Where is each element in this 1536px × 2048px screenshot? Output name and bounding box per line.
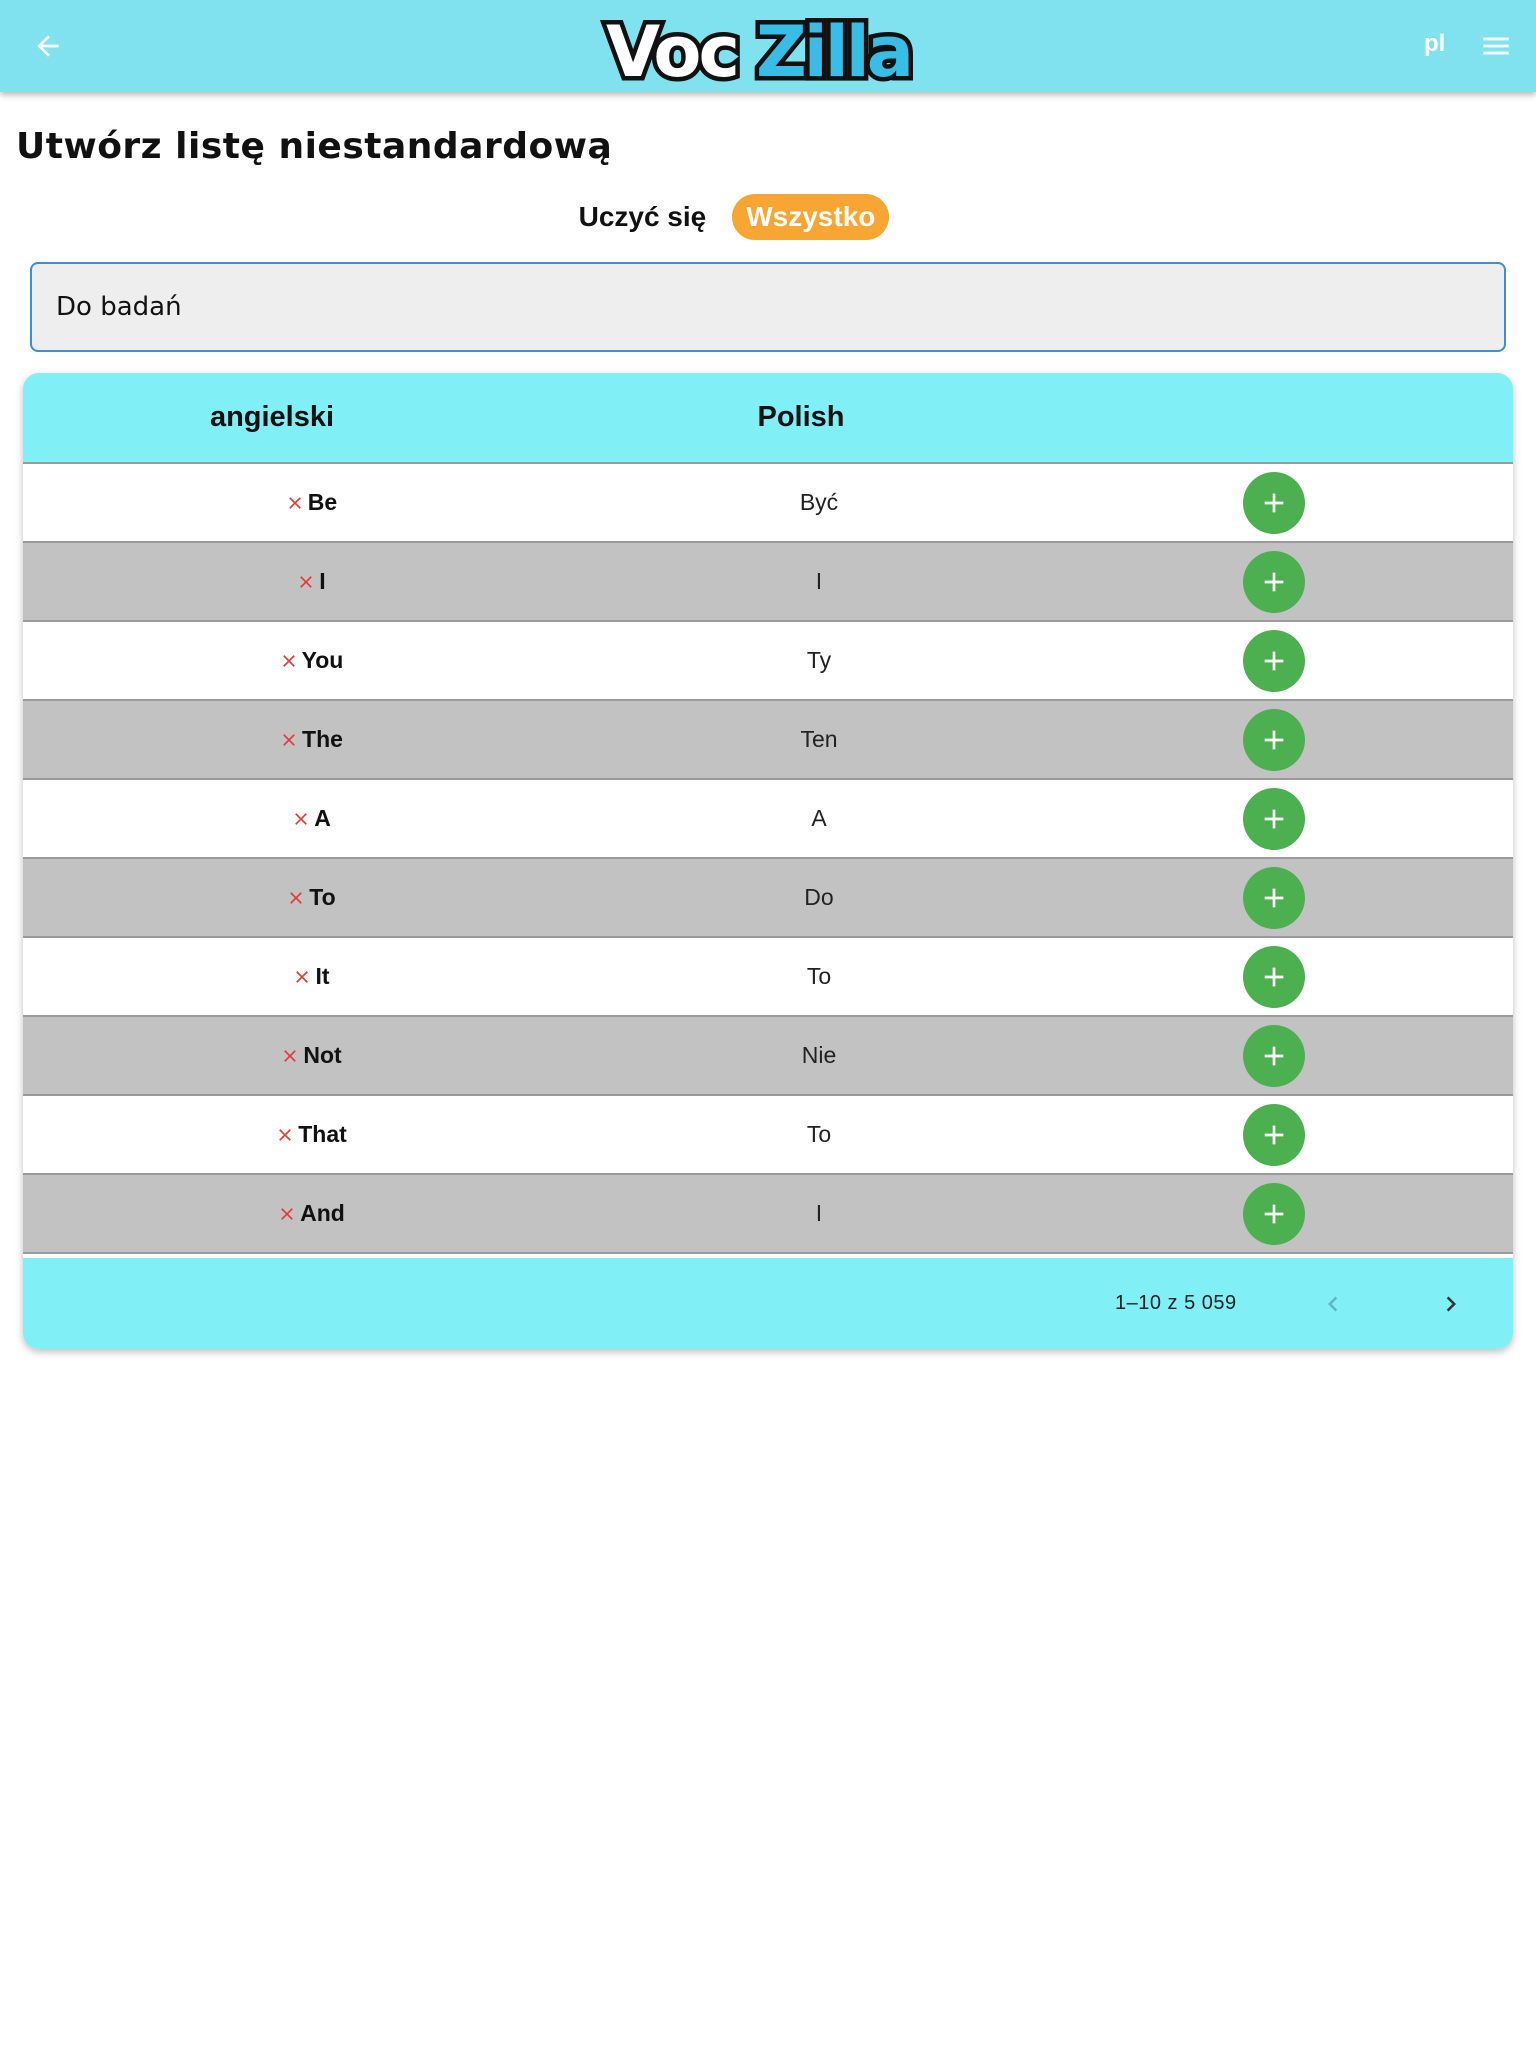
remove-x-icon[interactable] <box>285 493 305 513</box>
remove-x-icon[interactable] <box>292 967 312 987</box>
add-word-button[interactable] <box>1243 1183 1305 1245</box>
table-row: You Ty <box>23 622 1513 701</box>
english-word: Not <box>303 1042 342 1068</box>
english-word: The <box>302 726 343 752</box>
svg-text:Zilla: Zilla <box>756 11 911 88</box>
add-word-button[interactable] <box>1243 1104 1305 1166</box>
plus-icon <box>1264 1046 1284 1066</box>
plus-icon <box>1264 493 1284 513</box>
english-word-cell: I <box>23 543 599 620</box>
column-header-polish[interactable]: Polish <box>521 373 1081 462</box>
add-word-button[interactable] <box>1243 630 1305 692</box>
mode-learn-option[interactable]: Uczyć się <box>579 201 707 233</box>
english-word-cell: It <box>23 938 599 1015</box>
english-word-cell: Be <box>23 464 599 541</box>
english-word: I <box>319 568 326 594</box>
english-word-cell: You <box>23 622 599 699</box>
english-word: A <box>314 805 331 831</box>
remove-x-icon[interactable] <box>291 809 311 829</box>
previous-page-button[interactable] <box>1311 1282 1355 1326</box>
english-word-cell: To <box>23 859 599 936</box>
plus-icon <box>1264 809 1284 829</box>
english-word-cell: The <box>23 701 599 778</box>
hamburger-menu-icon <box>1483 37 1509 55</box>
table-row: That To <box>23 1096 1513 1175</box>
table-body: Be Być I I You Ty The Ten A A To Do It To Not Nie That To… <box>23 464 1513 1254</box>
table-row: It To <box>23 938 1513 1017</box>
table-row: The Ten <box>23 701 1513 780</box>
polish-translation: To <box>806 963 832 989</box>
mode-toggle: Uczyć się Wszystko <box>0 192 1536 242</box>
menu-button[interactable] <box>1476 26 1516 66</box>
table-row: AA <box>23 780 1513 859</box>
back-button[interactable] <box>26 24 70 68</box>
remove-x-icon[interactable] <box>296 572 316 592</box>
polish-translation: Nie <box>801 1042 837 1068</box>
english-word: Be <box>307 489 338 515</box>
english-word-cell: That <box>23 1096 599 1173</box>
next-page-button[interactable] <box>1429 1282 1473 1326</box>
arrow-back-icon <box>37 35 59 57</box>
table-row: II <box>23 543 1513 622</box>
english-word: That <box>298 1121 347 1147</box>
table-header: angielski Polish <box>23 373 1513 464</box>
add-word-button[interactable] <box>1243 472 1305 534</box>
plus-icon <box>1264 1204 1284 1224</box>
table-row: Not Nie <box>23 1017 1513 1096</box>
remove-x-icon[interactable] <box>279 651 299 671</box>
pagination-info: 1–10 z 5 059 <box>1115 1292 1237 1314</box>
list-name-field <box>30 262 1506 352</box>
polish-translation: Do <box>804 884 834 910</box>
table-footer: 1–10 z 5 059 <box>23 1258 1513 1349</box>
english-word-cell: Not <box>23 1017 599 1094</box>
add-word-button[interactable] <box>1243 946 1305 1008</box>
polish-translation: Być <box>799 489 839 515</box>
remove-x-icon[interactable] <box>279 730 299 750</box>
remove-x-icon[interactable] <box>286 888 306 908</box>
english-word: You <box>301 647 344 673</box>
table-row: And I <box>23 1175 1513 1254</box>
language-selector[interactable]: pl <box>1424 30 1445 58</box>
english-word-cell: And <box>23 1175 599 1252</box>
plus-icon <box>1264 651 1284 671</box>
word-table: angielski Polish Be Być I I You Ty The Ten A A To D… <box>23 373 1513 1349</box>
table-row: To Do <box>23 859 1513 938</box>
add-word-button[interactable] <box>1243 867 1305 929</box>
plus-icon <box>1264 730 1284 750</box>
polish-translation: To <box>806 1121 832 1147</box>
list-name-input[interactable] <box>32 264 1504 350</box>
chevron-right-icon <box>1446 1296 1456 1312</box>
mode-all-option[interactable]: Wszystko <box>732 194 890 240</box>
polish-translation: Ty <box>806 647 832 673</box>
chevron-left-icon <box>1328 1296 1338 1312</box>
plus-icon <box>1264 888 1284 908</box>
plus-icon <box>1264 572 1284 592</box>
page-title: Utwórz listę niestandardową <box>16 126 613 167</box>
english-word: To <box>309 884 336 910</box>
english-word: It <box>315 963 330 989</box>
svg-text:Voc: Voc <box>606 11 737 88</box>
polish-translation: I <box>815 1200 823 1226</box>
english-word-cell: A <box>23 780 599 857</box>
polish-translation: I <box>815 568 823 594</box>
remove-x-icon[interactable] <box>275 1125 295 1145</box>
remove-x-icon[interactable] <box>277 1204 297 1224</box>
polish-translation: Ten <box>800 726 838 752</box>
add-word-button[interactable] <box>1243 709 1305 771</box>
voczilla-logo: Voc Zilla <box>602 7 919 89</box>
table-row: Be Być <box>23 464 1513 543</box>
plus-icon <box>1264 1125 1284 1145</box>
add-word-button[interactable] <box>1243 551 1305 613</box>
remove-x-icon[interactable] <box>280 1046 300 1066</box>
polish-translation: A <box>811 805 827 831</box>
add-word-button[interactable] <box>1243 788 1305 850</box>
english-word: And <box>300 1200 345 1226</box>
plus-icon <box>1264 967 1284 987</box>
app-bar: Voc Zilla pl <box>0 0 1536 92</box>
add-word-button[interactable] <box>1243 1025 1305 1087</box>
column-header-english[interactable]: angielski <box>23 373 521 462</box>
